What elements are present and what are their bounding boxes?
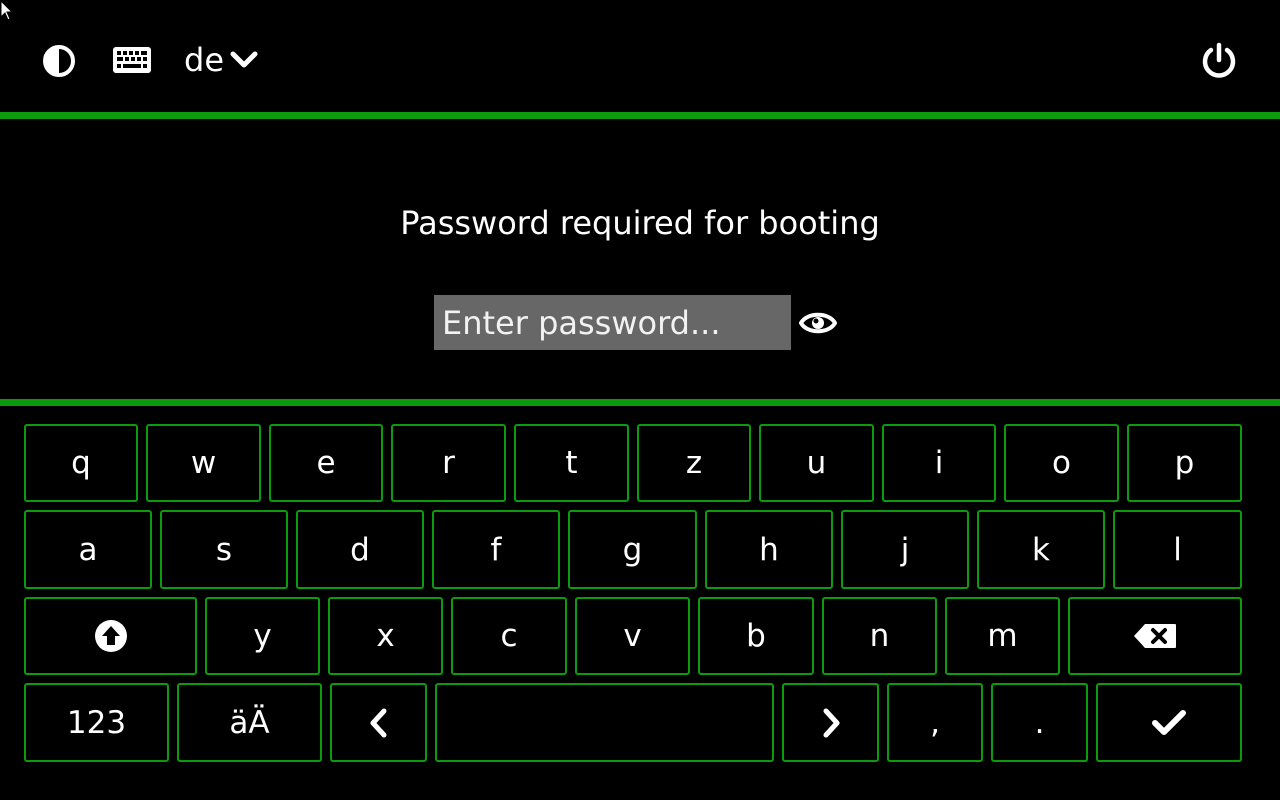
language-selector[interactable]: de bbox=[184, 38, 264, 82]
shift-icon bbox=[94, 620, 127, 652]
checkmark-icon bbox=[1152, 709, 1186, 735]
power-button[interactable] bbox=[1198, 40, 1240, 82]
space-key[interactable] bbox=[435, 683, 774, 762]
key-k[interactable]: k bbox=[977, 510, 1105, 589]
keyboard-icon bbox=[113, 47, 151, 73]
bottom-divider bbox=[0, 399, 1280, 406]
key-g[interactable]: g bbox=[568, 510, 697, 589]
chevron-down-icon bbox=[230, 51, 258, 68]
top-divider bbox=[0, 112, 1280, 119]
key-h[interactable]: h bbox=[705, 510, 833, 589]
power-icon bbox=[1202, 42, 1236, 78]
eye-icon bbox=[799, 312, 837, 334]
key-v[interactable]: v bbox=[575, 597, 690, 675]
chevron-right-icon bbox=[823, 708, 839, 737]
page-title: Password required for booting bbox=[400, 204, 880, 242]
key-s[interactable]: s bbox=[160, 510, 288, 589]
key-i[interactable]: i bbox=[882, 424, 996, 502]
key-m[interactable]: m bbox=[945, 597, 1060, 675]
contrast-button[interactable] bbox=[40, 42, 78, 80]
cursor-right-key[interactable] bbox=[782, 683, 879, 762]
umlaut-key[interactable]: äÄ bbox=[177, 683, 322, 762]
enter-key[interactable] bbox=[1096, 683, 1242, 762]
key-a[interactable]: a bbox=[24, 510, 152, 589]
show-password-button[interactable] bbox=[798, 306, 838, 340]
backspace-icon bbox=[1134, 624, 1176, 648]
key-b[interactable]: b bbox=[698, 597, 814, 675]
top-bar: de bbox=[0, 0, 1280, 112]
key-f[interactable]: f bbox=[432, 510, 560, 589]
period-key[interactable]: . bbox=[991, 683, 1088, 762]
key-j[interactable]: j bbox=[841, 510, 969, 589]
key-e[interactable]: e bbox=[269, 424, 383, 502]
language-label: de bbox=[184, 41, 224, 79]
key-t[interactable]: t bbox=[514, 424, 629, 502]
key-x[interactable]: x bbox=[328, 597, 443, 675]
key-w[interactable]: w bbox=[146, 424, 261, 502]
shift-key[interactable] bbox=[24, 597, 197, 675]
backspace-key[interactable] bbox=[1068, 597, 1242, 675]
key-r[interactable]: r bbox=[391, 424, 506, 502]
cursor-left-key[interactable] bbox=[330, 683, 427, 762]
key-y[interactable]: y bbox=[205, 597, 320, 675]
key-d[interactable]: d bbox=[296, 510, 424, 589]
chevron-left-icon bbox=[370, 708, 386, 737]
key-q[interactable]: q bbox=[24, 424, 138, 502]
contrast-icon bbox=[43, 45, 75, 77]
numbers-key[interactable]: 123 bbox=[24, 683, 169, 762]
key-z[interactable]: z bbox=[637, 424, 751, 502]
key-n[interactable]: n bbox=[822, 597, 937, 675]
key-p[interactable]: p bbox=[1127, 424, 1242, 502]
key-l[interactable]: l bbox=[1113, 510, 1242, 589]
keyboard-toggle-button[interactable] bbox=[111, 44, 153, 76]
key-o[interactable]: o bbox=[1004, 424, 1119, 502]
password-input[interactable] bbox=[434, 295, 791, 350]
comma-key[interactable]: , bbox=[887, 683, 983, 762]
key-u[interactable]: u bbox=[759, 424, 874, 502]
key-c[interactable]: c bbox=[451, 597, 567, 675]
